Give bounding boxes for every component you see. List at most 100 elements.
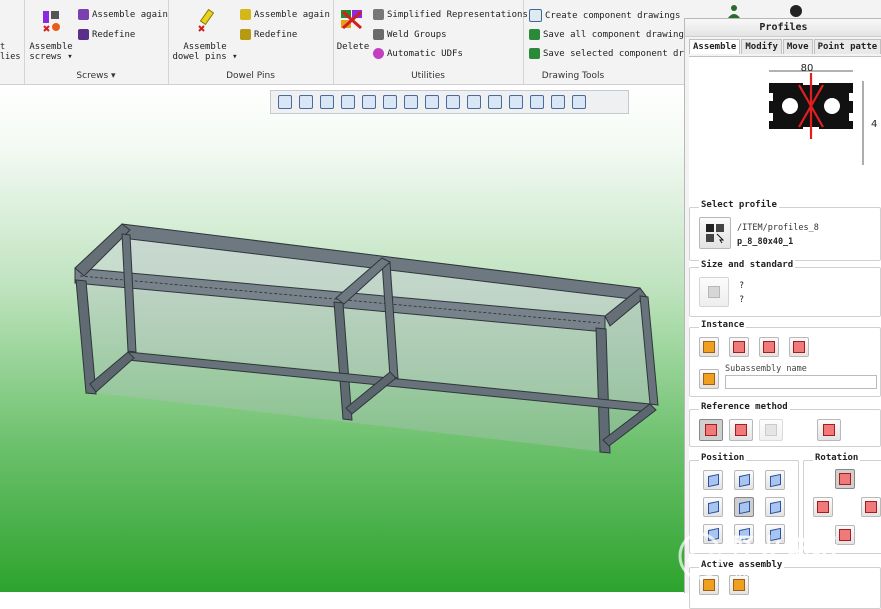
plane-display-button[interactable] (443, 93, 463, 111)
plane-display-icon (446, 95, 460, 109)
point-display-button[interactable] (485, 93, 505, 111)
assemble-screws-label1: Assemble (29, 42, 73, 52)
csys-display-button[interactable] (506, 93, 526, 111)
save-all-label: Save all component drawings (543, 29, 690, 40)
rotation-title: Rotation (813, 453, 861, 463)
instance-button-4[interactable] (789, 337, 809, 357)
screws-redefine-button[interactable]: Redefine (78, 29, 135, 40)
subassembly-label: Subassembly name (725, 364, 807, 374)
weld-groups-label: Weld Groups (387, 29, 447, 40)
size-standard-button[interactable] (699, 277, 729, 307)
screws-group-label[interactable]: Screws ▾ (24, 71, 168, 81)
zoom-out-button[interactable] (317, 93, 337, 111)
standard-value: ? (739, 295, 745, 305)
reference-curve-button[interactable] (699, 419, 723, 441)
watermark-url: www.proewildfire.cn (734, 568, 835, 579)
tab-move[interactable]: Move (782, 39, 813, 54)
screws-assemble-again-button[interactable]: Assemble again (78, 9, 168, 20)
zoom-in-icon (299, 95, 313, 109)
reference-points-button[interactable] (729, 419, 753, 441)
profile-width-label: 80 (801, 63, 814, 74)
instance-button-2[interactable] (729, 337, 749, 357)
tab-point-pattern[interactable]: Point patte (813, 39, 881, 54)
rotate-left-icon (817, 501, 829, 513)
position-button-5[interactable] (734, 497, 754, 517)
drawing-tools-group-label: Drawing Tools (541, 71, 605, 81)
group-utilities: Delete Simplified Representations Weld G… (333, 0, 528, 84)
model-tree-icon (551, 95, 565, 109)
reference-clear-button[interactable] (817, 419, 841, 441)
position-button-4[interactable] (703, 497, 723, 517)
csys-display-icon (509, 95, 523, 109)
subassembly-name-input[interactable] (725, 375, 877, 389)
weld-groups-icon (373, 29, 384, 40)
save-selected-drawings-button[interactable]: Save selected component drawi (529, 48, 700, 59)
network-button[interactable] (569, 93, 589, 111)
network-icon (572, 95, 586, 109)
repaint-button[interactable] (338, 93, 358, 111)
redefine-icon (78, 29, 89, 40)
position-button-3[interactable] (765, 470, 785, 490)
model-tree-button[interactable] (548, 93, 568, 111)
size-value: ? (739, 281, 745, 291)
zoom-fit-icon (278, 95, 292, 109)
reference-surface-button[interactable] (759, 419, 783, 441)
create-component-drawings-button[interactable]: Create component drawings (529, 9, 680, 22)
profile-height-label: 40 (871, 119, 877, 130)
rotate-right-button[interactable] (861, 497, 881, 517)
help-icon[interactable] (788, 4, 804, 18)
frame-model[interactable] (0, 84, 690, 592)
delete-button[interactable]: Delete (335, 42, 371, 52)
instance-copy-icon (733, 341, 745, 353)
annotation-display-button[interactable] (527, 93, 547, 111)
position-title: Position (699, 453, 747, 463)
rotate-left-button[interactable] (813, 497, 833, 517)
select-profile-button[interactable] (699, 217, 731, 249)
instance-button-3[interactable] (759, 337, 779, 357)
saved-views-button[interactable] (380, 93, 400, 111)
screws-assemble-again-label: Assemble again (92, 9, 168, 20)
position-cube-icon (738, 473, 750, 487)
assemble-dowel-button[interactable]: Assemble dowel pins ▾ (172, 42, 238, 62)
zoom-fit-button[interactable] (275, 93, 295, 111)
assemble-screws-button[interactable]: Assemble screws ▾ (28, 42, 74, 62)
position-button-2[interactable] (734, 470, 754, 490)
profiles-panel: Profiles Assemble Modify Move Point patt… (684, 18, 881, 609)
spin-center-button[interactable] (422, 93, 442, 111)
shading-button[interactable] (359, 93, 379, 111)
rotate-top-button[interactable] (835, 469, 855, 489)
dowel-redefine-button[interactable]: Redefine (240, 29, 297, 40)
delete-icon[interactable] (339, 6, 365, 32)
simplified-representations-button[interactable]: Simplified Representations (373, 9, 528, 20)
profile-preview: 80 40 (759, 63, 881, 191)
automatic-udfs-button[interactable]: Automatic UDFs (373, 48, 463, 59)
axis-display-icon (467, 95, 481, 109)
profile-name: p_8_80x40_1 (737, 237, 794, 247)
points-ref-icon (735, 424, 747, 436)
profile-section-icon (765, 73, 857, 139)
spin-center-icon (425, 95, 439, 109)
assemble-screws-icon[interactable] (38, 8, 64, 34)
tab-assemble[interactable]: Assemble (689, 39, 741, 54)
instance-button-1[interactable] (699, 337, 719, 357)
dowel-assemble-again-button[interactable]: Assemble again (240, 9, 330, 20)
assemble-dowel-icon[interactable] (194, 8, 220, 34)
save-all-drawings-button[interactable]: Save all component drawings (529, 29, 689, 40)
position-cube-icon (738, 500, 750, 514)
subassembly-button[interactable] (699, 369, 719, 389)
axis-display-button[interactable] (464, 93, 484, 111)
annotation-display-icon (530, 95, 544, 109)
position-cube-icon (707, 500, 719, 514)
layers-button[interactable] (401, 93, 421, 111)
weld-groups-button[interactable]: Weld Groups (373, 29, 447, 40)
zoom-in-button[interactable] (296, 93, 316, 111)
assemble-dowel-label2: dowel pins ▾ (172, 52, 238, 62)
size-icon (708, 286, 720, 298)
person-icon[interactable] (726, 4, 742, 18)
panel-body: 80 40 Select profile /ITEM/profiles_8 p_… (689, 56, 881, 609)
tab-modify[interactable]: Modify (741, 39, 782, 54)
position-button-1[interactable] (703, 470, 723, 490)
position-button-6[interactable] (765, 497, 785, 517)
utilities-group-label: Utilities (411, 71, 445, 81)
graphics-viewport[interactable] (0, 84, 690, 592)
